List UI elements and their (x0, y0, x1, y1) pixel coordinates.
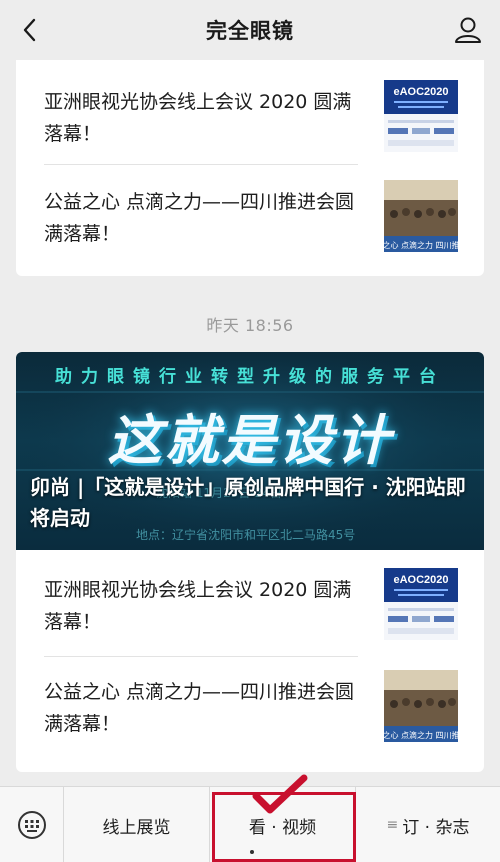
hero-subtitle: 助力眼镜行业转型升级的服务平台 (55, 367, 445, 387)
thumb-label: eAOC2020 (393, 86, 448, 98)
menu-label: 线上展览 (102, 817, 171, 838)
article-thumbnail: 之心 点滴之力 四川推 (384, 670, 458, 742)
submenu-lines-icon: ≡ (386, 817, 399, 833)
keyboard-icon (17, 811, 46, 839)
article-thumbnail: 之心 点滴之力 四川推 (384, 180, 458, 252)
article-title: 公益之心 点滴之力——四川推进会圆满落幕！ (44, 191, 355, 245)
message-card: 亚洲眼视光协会线上会议 2020 圆满落幕！ eAOC2020 公益之心 点滴之… (16, 60, 484, 276)
person-icon (455, 17, 481, 43)
thumb-label: 之心 点滴之力 四川推 (384, 240, 458, 250)
page-title: 完全眼镜 (206, 19, 294, 43)
article-title: 亚洲眼视光协会线上会议 2020 圆满落幕！ (44, 579, 352, 633)
menu-label: 订 · 杂志 (402, 817, 470, 838)
article-item[interactable]: 亚洲眼视光协会线上会议 2020 圆满落幕！ eAOC2020 (44, 554, 468, 654)
menu-online-exhibition[interactable]: 线上展览 (64, 787, 210, 862)
divider (44, 164, 358, 165)
article-thumbnail: eAOC2020 (384, 568, 458, 640)
checkmark-icon (252, 774, 308, 814)
hero-headline: 卯尚 |「这就是设计」原创品牌中国行 · 沈阳站即将启动 (30, 475, 466, 530)
top-bar: 完全眼镜 (0, 0, 500, 60)
menu-subscribe-magazine[interactable]: ≡ 订 · 杂志 (356, 787, 500, 862)
message-card: 助力眼镜行业转型升级的服务平台 这就是设计 沈阳站 11月23日-24日 地点：… (16, 352, 484, 772)
featured-article[interactable]: 助力眼镜行业转型升级的服务平台 这就是设计 沈阳站 11月23日-24日 地点：… (16, 352, 484, 550)
hero-big-text: 这就是设计 (107, 409, 393, 472)
article-item[interactable]: 公益之心 点滴之力——四川推进会圆满落幕！ 之心 点滴之力 四川推 (44, 656, 468, 756)
article-thumbnail: eAOC2020 (384, 80, 458, 152)
keyboard-toggle-button[interactable] (0, 787, 64, 862)
article-item[interactable]: 亚洲眼视光协会线上会议 2020 圆满落幕！ eAOC2020 (44, 66, 468, 166)
chevron-left-icon (23, 18, 36, 42)
back-button[interactable] (12, 12, 48, 48)
profile-button[interactable] (448, 10, 488, 50)
thumb-label: 之心 点滴之力 四川推 (384, 730, 458, 740)
message-timestamp: 昨天 18:56 (206, 316, 294, 335)
article-item[interactable]: 公益之心 点滴之力——四川推进会圆满落幕！ 之心 点滴之力 四川推 (44, 166, 468, 266)
menu-indicator-dot (250, 850, 254, 854)
article-title: 亚洲眼视光协会线上会议 2020 圆满落幕！ (44, 91, 352, 145)
article-title: 公益之心 点滴之力——四川推进会圆满落幕！ (44, 681, 355, 735)
thumb-label: eAOC2020 (393, 574, 448, 586)
